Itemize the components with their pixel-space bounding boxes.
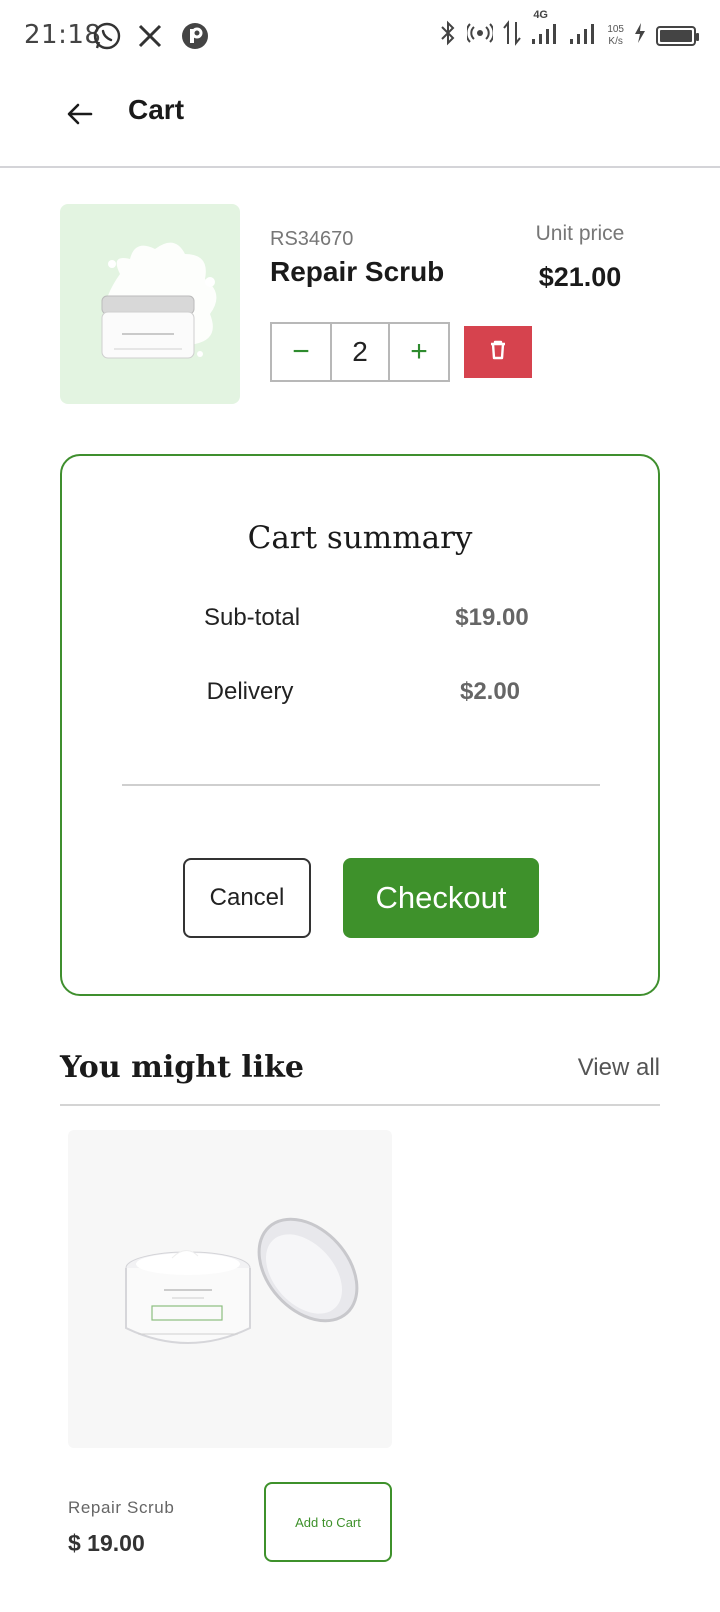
trash-icon	[489, 340, 507, 365]
bluetooth-icon	[439, 20, 457, 52]
status-bar: 21:18 4G 105 K/s	[0, 0, 720, 72]
checkout-button[interactable]: Checkout	[343, 858, 539, 938]
recommended-product-price: $ 19.00	[68, 1530, 145, 1556]
hotspot-icon	[465, 22, 495, 50]
quantity-value[interactable]: 2	[330, 324, 390, 380]
subtotal-label: Sub-total	[203, 604, 301, 631]
arrow-left-icon	[67, 103, 93, 130]
network-speed: 105 K/s	[607, 24, 624, 48]
x-icon	[136, 20, 164, 52]
decrease-quantity-button[interactable]: −	[272, 324, 330, 380]
whatsapp-icon	[92, 20, 122, 52]
unit-price-label: Unit price	[535, 222, 625, 245]
app-header: Cart	[0, 72, 720, 168]
battery-icon	[656, 26, 699, 46]
speed-unit: K/s	[608, 36, 623, 47]
summary-divider	[122, 784, 600, 786]
page-title: Cart	[128, 94, 185, 125]
back-button[interactable]	[62, 98, 98, 134]
delivery-label: Delivery	[206, 678, 294, 705]
charging-icon	[634, 22, 646, 50]
delete-item-button[interactable]	[464, 326, 532, 378]
cart-summary-title: Cart summary	[247, 520, 473, 556]
increase-quantity-button[interactable]: +	[390, 324, 448, 380]
status-time: 21:18	[24, 20, 102, 50]
signal-4g-icon: 4G	[531, 9, 559, 51]
signal-icon	[569, 21, 597, 51]
quantity-stepper: − 2 +	[270, 322, 450, 382]
cart-item-sku: RS34670	[270, 228, 354, 250]
subtotal-value: $19.00	[455, 604, 529, 631]
minus-icon: −	[292, 335, 310, 368]
unit-price-value: $21.00	[538, 262, 622, 292]
cart-item-name: Repair Scrub	[270, 256, 445, 287]
status-icons: 4G 105 K/s	[439, 9, 699, 54]
data-arrows-icon	[503, 20, 522, 52]
recommendations-divider	[60, 1104, 660, 1106]
network-type-label: 4G	[533, 9, 548, 21]
recommended-product-name: Repair Scrub	[68, 1498, 175, 1517]
add-to-cart-button[interactable]: Add to Cart	[264, 1482, 392, 1562]
plus-icon: +	[410, 335, 428, 368]
recommended-product-image[interactable]	[68, 1130, 392, 1448]
cart-summary-panel: Cart summary Sub-total $19.00 Delivery $…	[60, 454, 660, 996]
cart-item-image	[60, 204, 240, 404]
view-all-link[interactable]: View all	[578, 1054, 660, 1082]
app-p-icon	[180, 20, 210, 52]
speed-value: 105	[607, 24, 624, 35]
recommendations-title: You might like	[60, 1050, 304, 1085]
delivery-value: $2.00	[459, 678, 521, 705]
cancel-button[interactable]: Cancel	[183, 858, 311, 938]
